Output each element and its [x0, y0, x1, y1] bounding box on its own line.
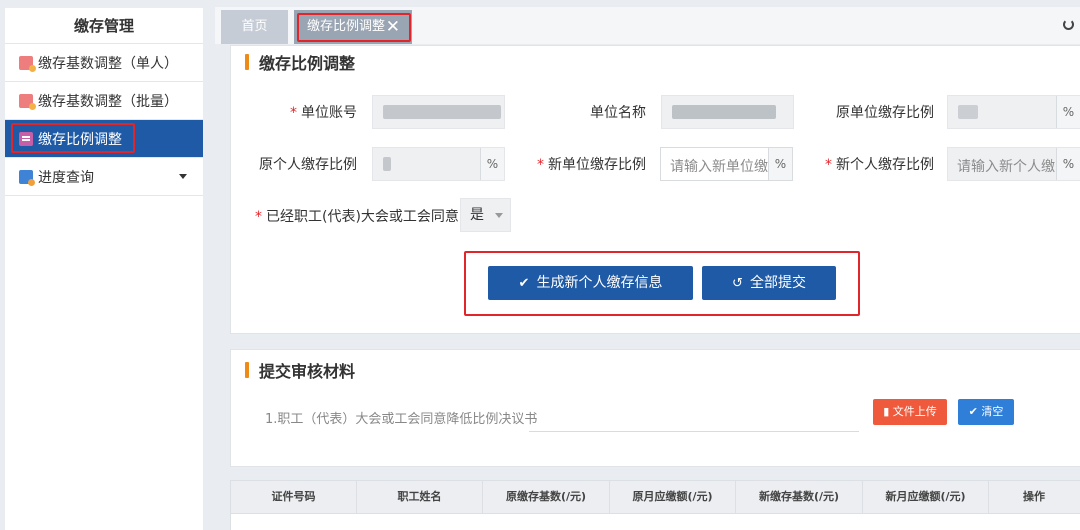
file-upload-button[interactable]: ▮ 文件上传 — [873, 399, 947, 425]
column-header[interactable]: 职工姓名 — [357, 481, 483, 513]
orig-unit-ratio-field: % — [947, 95, 1080, 129]
column-header[interactable]: 证件号码 — [231, 481, 357, 513]
clear-button[interactable]: ✔ 清空 — [958, 399, 1014, 425]
unit-name-label: 单位名称 — [590, 105, 646, 121]
upload-file-field[interactable] — [529, 431, 859, 432]
sidebar-item-label: 缴存基数调整（批量） — [38, 93, 178, 110]
section-title: 提交审核材料 — [245, 358, 355, 382]
column-header[interactable]: 原缴存基数(/元) — [483, 481, 610, 513]
new-person-ratio-input[interactable]: 请输入新个人缴 % — [947, 147, 1080, 181]
placeholder: 请输入新个人缴 — [957, 159, 1055, 175]
highlight-box — [297, 13, 411, 42]
sidebar: 缴存管理 缴存基数调整（单人） 缴存基数调整（批量） 缴存比例调整 进度查询 — [5, 8, 203, 530]
masked-value — [672, 105, 776, 119]
sidebar-item-base-adjust-batch[interactable]: 缴存基数调整（批量） — [5, 82, 203, 120]
section-title-text: 缴存比例调整 — [259, 54, 356, 73]
orig-person-ratio-label: 原个人缴存比例 — [259, 157, 357, 173]
agree-select-value: 是 — [470, 207, 484, 223]
materials-panel: 提交审核材料 1.职工（代表）大会或工会同意降低比例决议书 ▮ 文件上传 ✔ 清… — [230, 349, 1080, 467]
section-bar-icon — [245, 54, 249, 70]
person-adjust-icon — [19, 55, 36, 72]
tab-bar: 首页 缴存比例调整 ✕ — [215, 7, 1080, 44]
orig-unit-ratio-label: 原单位缴存比例 — [836, 105, 934, 121]
agree-select[interactable]: 是 — [460, 198, 511, 232]
sidebar-item-ratio-adjust[interactable]: 缴存比例调整 — [5, 120, 203, 158]
percent-suffix: % — [480, 148, 504, 180]
masked-value — [383, 105, 501, 119]
percent-suffix: % — [768, 148, 792, 180]
section-bar-icon — [245, 362, 249, 378]
new-unit-ratio-input[interactable]: 请输入新单位缴 % — [660, 147, 793, 181]
undo-icon: ↺ — [732, 276, 743, 291]
column-header[interactable]: 新月应缴额(/元) — [863, 481, 989, 513]
check-icon: ✔ — [518, 276, 530, 291]
sidebar-item-label: 进度查询 — [38, 169, 94, 186]
placeholder: 请输入新单位缴 — [670, 159, 768, 175]
generate-button[interactable]: ✔ 生成新个人缴存信息 — [488, 266, 693, 300]
house-icon — [19, 169, 35, 186]
table-body — [230, 514, 1080, 530]
sidebar-item-label: 缴存基数调整（单人） — [38, 55, 178, 72]
percent-suffix: % — [1056, 96, 1080, 128]
submit-all-button[interactable]: ↺ 全部提交 — [702, 266, 836, 300]
tab-ratio-adjust[interactable]: 缴存比例调整 ✕ — [294, 10, 412, 44]
new-person-ratio-label: * 新个人缴存比例 — [825, 157, 934, 173]
sidebar-item-base-adjust-single[interactable]: 缴存基数调整（单人） — [5, 44, 203, 82]
section-title-text: 提交审核材料 — [259, 362, 356, 381]
unit-name-field — [661, 95, 794, 129]
file-icon: ▮ — [883, 405, 893, 418]
tab-home[interactable]: 首页 — [221, 10, 288, 44]
unit-account-label: * 单位账号 — [290, 105, 357, 121]
chevron-down-icon — [179, 174, 187, 179]
check-icon: ✔ — [968, 405, 982, 418]
column-header[interactable]: 原月应缴额(/元) — [610, 481, 736, 513]
highlight-box — [11, 123, 135, 153]
column-header[interactable]: 操作 — [989, 481, 1079, 513]
person-adjust-icon — [19, 93, 36, 110]
masked-value — [958, 105, 978, 119]
column-header[interactable]: 新缴存基数(/元) — [736, 481, 863, 513]
agree-label: * 已经职工(代表)大会或工会同意: — [255, 209, 464, 225]
sidebar-item-progress-query[interactable]: 进度查询 — [5, 158, 203, 196]
unit-account-field — [372, 95, 505, 129]
table-header: 证件号码 职工姓名 原缴存基数(/元) 原月应缴额(/元) 新缴存基数(/元) … — [230, 480, 1080, 514]
sidebar-title: 缴存管理 — [5, 8, 203, 44]
refresh-icon[interactable] — [1063, 19, 1074, 30]
orig-person-ratio-field: % — [372, 147, 505, 181]
percent-suffix: % — [1056, 148, 1080, 180]
ratio-adjust-panel: 缴存比例调整 * 单位账号 单位名称 原单位缴存比例 % 原个人缴存比例 % * 新… — [230, 45, 1080, 334]
upload-item-label: 1.职工（代表）大会或工会同意降低比例决议书 — [265, 412, 538, 427]
new-unit-ratio-label: * 新单位缴存比例 — [537, 157, 646, 173]
masked-value — [383, 157, 391, 171]
chevron-down-icon — [495, 213, 503, 218]
section-title: 缴存比例调整 — [245, 50, 355, 74]
